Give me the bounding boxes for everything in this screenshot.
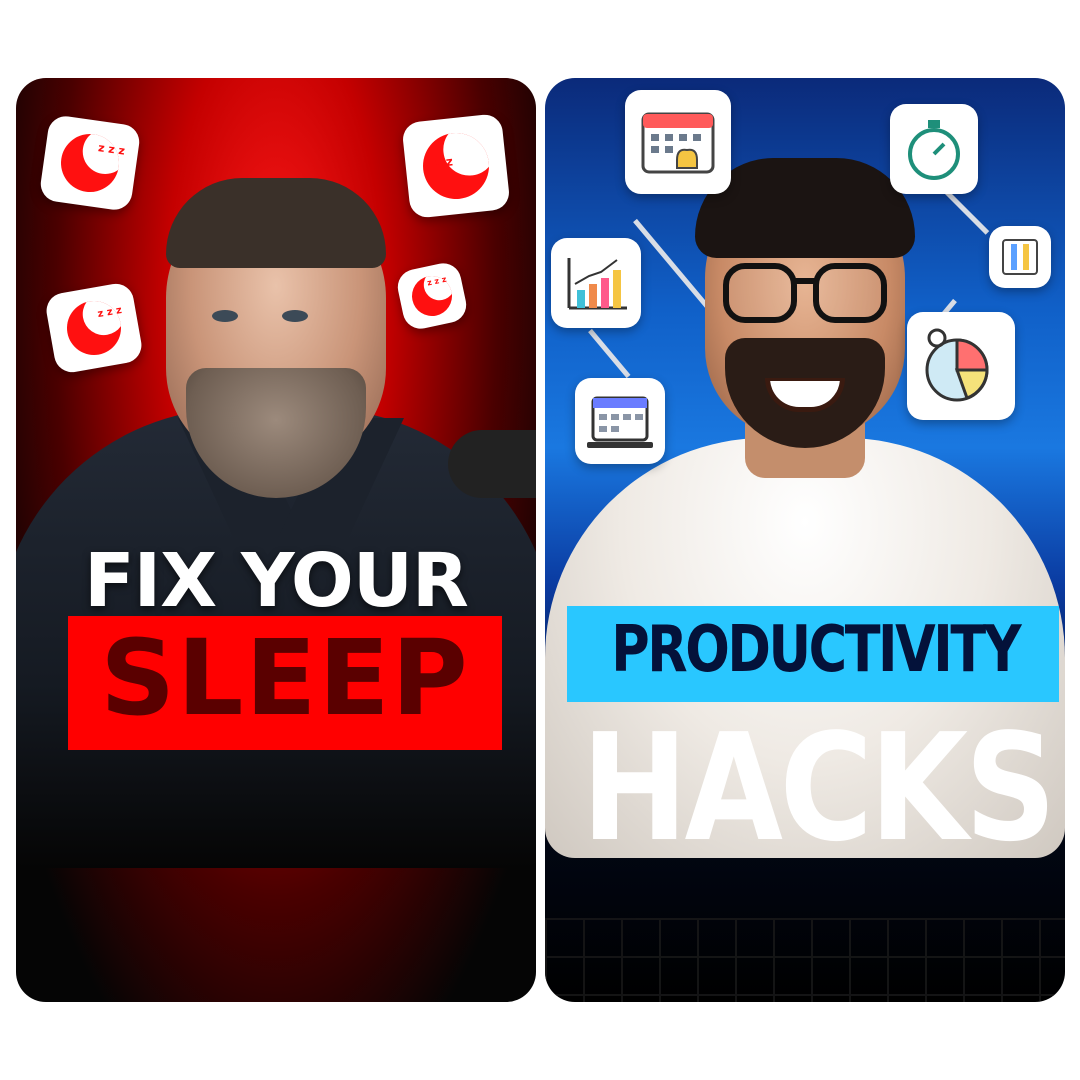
moon-sleep-icon: z z z [38, 114, 142, 212]
bar-chart-icon [551, 238, 641, 328]
headline-line-2: SLEEP [100, 617, 470, 739]
person-hair [166, 178, 386, 268]
connector-line [588, 328, 631, 379]
calendar-laptop-icon [575, 378, 665, 464]
stopwatch-icon [890, 104, 978, 194]
pie-chart-icon [907, 312, 1015, 420]
ruler-pencil-icon [989, 226, 1051, 288]
glasses-right-lens [813, 263, 887, 323]
connector-line [943, 188, 990, 235]
glasses-left-lens [723, 263, 797, 323]
right-eye [282, 310, 308, 322]
productivity-thumbnail-card[interactable]: PRODUCTIVITY HACKS [545, 78, 1065, 1002]
sleep-thumbnail-card[interactable]: z z z z z z z z z z z z FIX YOUR SLEEP [16, 78, 536, 1002]
headline-line-1: PRODUCTIVITY [611, 613, 1021, 687]
headline-line-2: HACKS [581, 702, 1056, 874]
headline-line-1: FIX YOUR [84, 538, 469, 624]
left-eye [212, 310, 238, 322]
grid-floor [545, 918, 1065, 1002]
calendar-bell-icon [625, 90, 731, 194]
moon-sleep-icon: z z z [43, 280, 145, 376]
moon-sleep-icon: z z z [394, 260, 470, 332]
glasses-bridge [793, 278, 817, 284]
microphone [448, 430, 536, 498]
moon-sleep-icon: z z z [401, 113, 511, 219]
